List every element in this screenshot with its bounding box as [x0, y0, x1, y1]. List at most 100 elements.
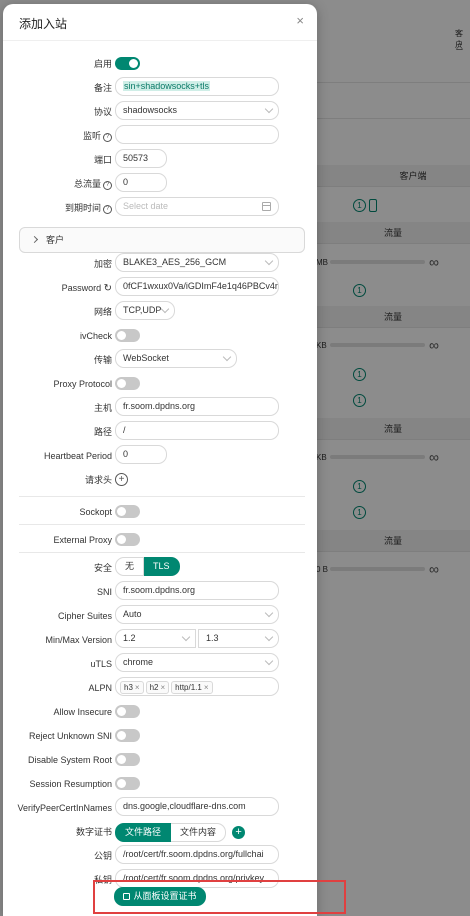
ivcheck-label: ivCheck	[79, 331, 112, 341]
chevron-down-icon	[264, 608, 274, 618]
path-input[interactable]: /	[115, 421, 279, 440]
enable-toggle[interactable]	[115, 57, 140, 70]
proxy-protocol-label: Proxy Protocol	[53, 379, 112, 389]
security-tls-option[interactable]: TLS	[144, 557, 180, 576]
cipher-select[interactable]: Auto	[115, 605, 279, 624]
host-row: 主机 fr.soom.dpdns.org	[3, 397, 317, 419]
host-label: 主机	[93, 403, 112, 413]
session-resumption-label: Session Resumption	[29, 779, 112, 789]
port-input[interactable]: 50573	[115, 149, 167, 168]
listen-label: 监听	[82, 131, 101, 141]
chevron-down-icon	[222, 352, 232, 362]
heartbeat-input[interactable]: 0	[115, 445, 167, 464]
network-select[interactable]: TCP,UDP	[115, 301, 175, 320]
modal-title: 添加入站	[19, 17, 68, 31]
reject-sni-label: Reject Unknown SNI	[28, 731, 112, 741]
utls-label: uTLS	[90, 659, 112, 669]
chevron-right-icon	[30, 235, 39, 244]
help-icon[interactable]: ?	[103, 181, 112, 190]
heartbeat-label: Heartbeat Period	[43, 451, 112, 461]
transport-select[interactable]: WebSocket	[115, 349, 237, 368]
path-row: 路径 /	[3, 421, 317, 443]
sni-input[interactable]: fr.soom.dpdns.org	[115, 581, 279, 600]
verify-names-row: VerifyPeerCertInNames dns.google,cloudfl…	[3, 797, 317, 819]
ivcheck-toggle[interactable]	[115, 329, 140, 342]
utls-select[interactable]: chrome	[115, 653, 279, 672]
allow-insecure-label: Allow Insecure	[53, 707, 112, 717]
pubkey-label: 公钥	[93, 851, 112, 861]
sockopt-toggle[interactable]	[115, 505, 140, 518]
max-version-select[interactable]: 1.3	[198, 629, 279, 648]
external-proxy-label: External Proxy	[53, 535, 112, 545]
enable-row: 启用	[3, 53, 317, 75]
encryption-select[interactable]: BLAKE3_AES_256_GCM	[115, 253, 279, 272]
chevron-down-icon	[181, 632, 191, 642]
cert-path-tab[interactable]: 文件路径	[115, 822, 172, 842]
reject-sni-toggle[interactable]	[115, 729, 140, 742]
session-resumption-toggle[interactable]	[115, 777, 140, 790]
network-row: 网络 TCP,UDP	[3, 301, 317, 323]
encryption-row: 加密 BLAKE3_AES_256_GCM	[3, 253, 317, 275]
protocol-select[interactable]: shadowsocks	[115, 101, 279, 120]
password-input[interactable]: 0fCF1wxux0Va/iGDImF4e1q46PBCv4r	[115, 277, 279, 296]
protocol-row: 协议 shadowsocks	[3, 101, 317, 123]
security-label: 安全	[93, 563, 112, 573]
add-header-button[interactable]: +	[115, 473, 128, 486]
reject-sni-row: Reject Unknown SNI	[3, 725, 317, 747]
pubkey-input[interactable]: /root/cert/fr.soom.dpdns.org/fullchai	[115, 845, 279, 864]
clients-label: 客户	[46, 235, 65, 245]
divider	[19, 524, 305, 525]
highlight-box	[93, 880, 346, 914]
total-flow-row: 总流量? 0	[3, 173, 317, 195]
total-flow-input[interactable]: 0	[115, 173, 167, 192]
disable-root-toggle[interactable]	[115, 753, 140, 766]
cert-content-tab[interactable]: 文件内容	[171, 822, 227, 842]
refresh-icon[interactable]: ↻	[104, 283, 112, 294]
session-resumption-row: Session Resumption	[3, 773, 317, 795]
calendar-icon	[262, 202, 271, 211]
tag-close-icon[interactable]: ×	[135, 683, 140, 692]
cipher-label: Cipher Suites	[57, 611, 112, 621]
host-input[interactable]: fr.soom.dpdns.org	[115, 397, 279, 416]
path-label: 路径	[93, 427, 112, 437]
heartbeat-row: Heartbeat Period 0	[3, 445, 317, 467]
sockopt-label: Sockopt	[79, 507, 112, 517]
alpn-tag: h2 ×	[145, 681, 170, 694]
clients-collapse[interactable]: 客户	[19, 227, 305, 253]
add-cert-button[interactable]: +	[232, 825, 246, 839]
external-proxy-toggle[interactable]	[115, 533, 140, 546]
close-icon[interactable]: ×	[296, 13, 304, 28]
security-row: 安全 无 TLS	[3, 557, 317, 579]
expire-row: 到期时间? Select date	[3, 197, 317, 219]
transport-label: 传输	[93, 355, 112, 365]
help-icon[interactable]: ?	[103, 133, 112, 142]
expire-date-picker[interactable]: Select date	[115, 197, 279, 216]
alpn-row: ALPN h3 × h2 × http/1.1 ×	[3, 677, 317, 699]
allow-insecure-toggle[interactable]	[115, 705, 140, 718]
transport-row: 传输 WebSocket	[3, 349, 317, 371]
minmax-label: Min/Max Version	[45, 635, 112, 645]
tag-close-icon[interactable]: ×	[160, 683, 165, 692]
remark-label: 备注	[93, 83, 112, 93]
verify-names-label: VerifyPeerCertInNames	[17, 803, 112, 813]
encryption-label: 加密	[93, 259, 112, 269]
alpn-multiselect[interactable]: h3 × h2 × http/1.1 ×	[115, 677, 279, 696]
remark-input[interactable]: sin+shadowsocks+tls	[115, 77, 279, 96]
cert-row: 数字证书 文件路径 文件内容 +	[3, 821, 317, 843]
tag-close-icon[interactable]: ×	[204, 683, 209, 692]
pubkey-row: 公钥 /root/cert/fr.soom.dpdns.org/fullchai	[3, 845, 317, 867]
security-none-option[interactable]: 无	[115, 557, 145, 576]
help-icon[interactable]: ?	[103, 205, 112, 214]
chevron-down-icon	[264, 632, 274, 642]
total-flow-label: 总流量	[73, 179, 101, 189]
listen-input[interactable]	[115, 125, 279, 144]
headers-label: 请求头	[84, 475, 112, 485]
remark-value: sin+shadowsocks+tls	[123, 81, 211, 91]
proxy-protocol-toggle[interactable]	[115, 377, 140, 390]
alpn-label: ALPN	[88, 683, 112, 693]
disable-root-label: Disable System Root	[27, 755, 112, 765]
divider	[19, 496, 305, 497]
utls-row: uTLS chrome	[3, 653, 317, 675]
verify-names-input[interactable]: dns.google,cloudflare-dns.com	[115, 797, 279, 816]
min-version-select[interactable]: 1.2	[115, 629, 196, 648]
